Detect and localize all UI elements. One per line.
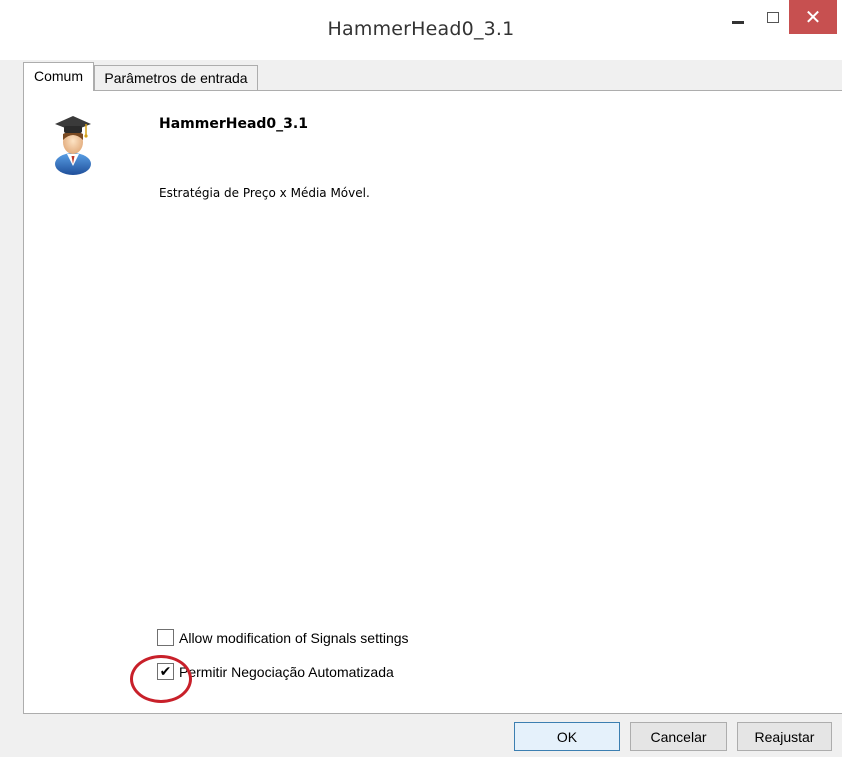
allow-signals-modification-option[interactable]: Allow modification of Signals settings xyxy=(157,629,409,646)
close-icon: ✕ xyxy=(804,5,822,29)
maximize-button[interactable] xyxy=(756,0,790,34)
allow-automated-trading-option[interactable]: ✔ Permitir Negociação Automatizada xyxy=(157,663,394,680)
tab-content-panel xyxy=(23,90,842,714)
tab-comum[interactable]: Comum xyxy=(23,62,94,91)
allow-signals-modification-checkbox[interactable] xyxy=(157,629,174,646)
reset-button[interactable]: Reajustar xyxy=(737,722,832,751)
expert-description: Estratégia de Preço x Média Móvel. xyxy=(159,186,370,200)
window-title: HammerHead0_3.1 xyxy=(327,18,515,40)
minimize-button[interactable] xyxy=(720,0,756,34)
tab-bar: Comum Parâmetros de entrada xyxy=(0,62,842,91)
allow-automated-trading-label: Permitir Negociação Automatizada xyxy=(179,663,394,680)
graduate-user-icon xyxy=(55,116,91,175)
expert-name: HammerHead0_3.1 xyxy=(159,116,308,132)
ok-button[interactable]: OK xyxy=(514,722,620,751)
title-bar[interactable]: HammerHead0_3.1 ✕ xyxy=(0,0,842,60)
tab-parametros-de-entrada[interactable]: Parâmetros de entrada xyxy=(94,65,258,90)
allow-signals-modification-label: Allow modification of Signals settings xyxy=(179,629,409,646)
minimize-icon xyxy=(732,20,744,24)
close-button[interactable]: ✕ xyxy=(789,0,837,34)
maximize-icon xyxy=(767,11,779,23)
cancel-button[interactable]: Cancelar xyxy=(630,722,727,751)
highlight-annotation-circle xyxy=(130,655,192,703)
dialog-window: HammerHead0_3.1 ✕ Comum Parâmetros de en… xyxy=(0,0,842,757)
